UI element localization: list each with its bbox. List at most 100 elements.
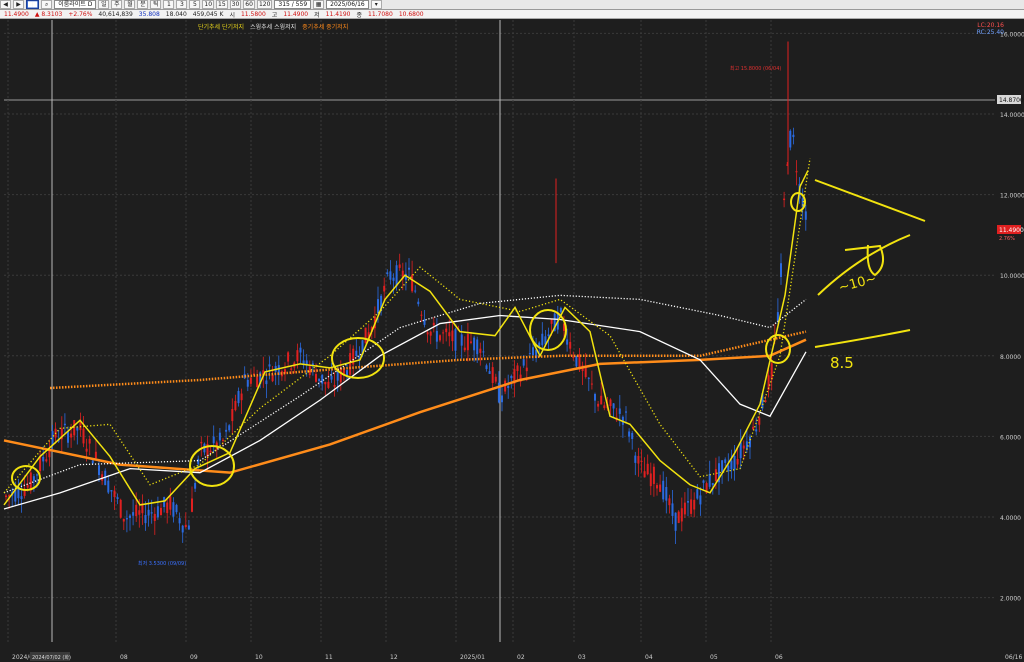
interval-30[interactable]: 30 bbox=[229, 0, 242, 9]
candle-body bbox=[749, 436, 751, 448]
candle-body bbox=[696, 489, 699, 499]
period-week[interactable]: 주 bbox=[111, 0, 123, 9]
prev-icon[interactable]: ◀ bbox=[0, 0, 11, 9]
candle-body bbox=[674, 512, 677, 531]
x-tick-label: 02 bbox=[517, 654, 525, 661]
x-tick-label: 06/16 bbox=[1005, 654, 1022, 661]
symbol-code-field[interactable]: ▇▇ bbox=[26, 0, 40, 9]
candle-body bbox=[680, 508, 683, 522]
candle-body bbox=[683, 502, 686, 515]
candle-body bbox=[5, 495, 7, 498]
candle-body bbox=[429, 331, 432, 336]
interval-5[interactable]: 5 bbox=[189, 0, 201, 9]
candle-body bbox=[668, 498, 671, 506]
y-tick-label: 10.0000 bbox=[1000, 273, 1024, 280]
y-tick-label: 4.0000 bbox=[1000, 515, 1021, 522]
candle-body bbox=[612, 403, 615, 409]
legend-mid: 중기추세 중기저지 bbox=[302, 24, 349, 31]
interval-3[interactable]: 3 bbox=[176, 0, 188, 9]
ref-price-label: 14.8700 bbox=[999, 97, 1024, 104]
candle-body bbox=[559, 307, 562, 313]
candle-body bbox=[770, 363, 773, 380]
candle-body bbox=[187, 525, 190, 530]
candle-body bbox=[339, 368, 342, 383]
candle-body bbox=[234, 400, 237, 411]
low-label: 최저 3.5300 (09/09) bbox=[138, 560, 186, 567]
candle-body bbox=[597, 403, 600, 407]
quote-last: 10.6800 bbox=[398, 10, 424, 18]
period-month[interactable]: 월 bbox=[124, 0, 136, 9]
candle-body bbox=[547, 334, 550, 337]
interval-10[interactable]: 10 bbox=[202, 0, 215, 9]
interval-120[interactable]: 120 bbox=[256, 0, 273, 9]
candle-body bbox=[733, 455, 736, 470]
candle-body bbox=[113, 490, 116, 497]
interval-15[interactable]: 15 bbox=[216, 0, 228, 9]
x-tick-label: 10 bbox=[255, 654, 263, 661]
y-tick-label: 14.0000 bbox=[1000, 112, 1024, 119]
candle-body bbox=[218, 432, 221, 441]
next-icon[interactable]: ▶ bbox=[13, 0, 24, 9]
candle-body bbox=[299, 347, 302, 353]
candle-body bbox=[463, 347, 466, 351]
candle-body bbox=[305, 360, 308, 365]
corner-lc: LC:20.16 bbox=[977, 22, 1004, 29]
candle-body bbox=[271, 374, 274, 382]
x-tick-label: 04 bbox=[645, 654, 653, 661]
candle-body bbox=[184, 524, 187, 528]
candle-body bbox=[386, 272, 389, 275]
candle-body bbox=[721, 460, 724, 472]
legend-swing: 스윙추세 스윙저지 bbox=[250, 24, 297, 31]
candle-body bbox=[296, 350, 299, 362]
interval-60[interactable]: 60 bbox=[243, 0, 255, 9]
price-chart[interactable]: ~10~8.5 16.000014.000012.000010.00008.00… bbox=[0, 20, 1024, 662]
candle-body bbox=[36, 474, 38, 476]
candle-body bbox=[160, 507, 162, 516]
candle-body bbox=[119, 499, 122, 518]
symbol-name-field[interactable]: 이룸라이트 D bbox=[54, 0, 97, 9]
candle-body bbox=[699, 495, 702, 505]
calendar-icon[interactable]: ▦ bbox=[313, 0, 325, 9]
corner-info: LC:20.16 RC:25.40 bbox=[977, 22, 1004, 36]
candle-body bbox=[349, 353, 352, 375]
period-minute[interactable]: 분 bbox=[137, 0, 149, 9]
candle-body bbox=[246, 379, 249, 387]
candle-body bbox=[42, 456, 45, 462]
period-day[interactable]: 일 bbox=[98, 0, 110, 9]
candle-body bbox=[693, 499, 696, 510]
candle-body bbox=[32, 476, 35, 481]
search-icon[interactable]: ⌕ bbox=[41, 0, 53, 9]
x-tick-label: 2025/01 bbox=[460, 654, 485, 661]
interval-1[interactable]: 1 bbox=[163, 0, 175, 9]
candle-body bbox=[442, 332, 445, 334]
dropdown-icon[interactable]: ▾ bbox=[370, 0, 382, 9]
candle-body bbox=[265, 380, 268, 385]
candle-body bbox=[594, 394, 596, 401]
candle-body bbox=[150, 512, 153, 514]
candle-body bbox=[652, 466, 655, 484]
candle-body bbox=[488, 371, 491, 374]
candle-body bbox=[439, 335, 441, 341]
high-label: 고 bbox=[271, 11, 278, 19]
corner-rc: RC:25.40 bbox=[976, 29, 1004, 36]
quote-low: 11.4190 bbox=[325, 10, 351, 18]
candle-body bbox=[228, 425, 231, 431]
candle-body bbox=[249, 377, 252, 384]
quote-close: 11.7080 bbox=[368, 10, 393, 18]
candle-body bbox=[789, 130, 792, 148]
candle-body bbox=[110, 490, 113, 492]
candle-body bbox=[507, 385, 510, 389]
ratio-field[interactable]: 315 / 559 bbox=[274, 0, 312, 9]
quote-price: 11.4900 bbox=[4, 10, 29, 18]
candle-body bbox=[646, 463, 649, 475]
candle-body bbox=[321, 374, 324, 384]
candle-body bbox=[730, 460, 733, 470]
legend-short: 단기추세 단기저지 bbox=[198, 24, 245, 31]
candle-body bbox=[482, 351, 485, 353]
peak-label: 최고 15.8000 (06/04) bbox=[730, 65, 781, 72]
x-tick-label: 06 bbox=[775, 654, 783, 661]
candle-body bbox=[736, 458, 739, 465]
candle-body bbox=[528, 353, 531, 355]
period-tick[interactable]: 틱 bbox=[150, 0, 162, 9]
date-field[interactable]: 2025/06/16 bbox=[326, 0, 369, 9]
